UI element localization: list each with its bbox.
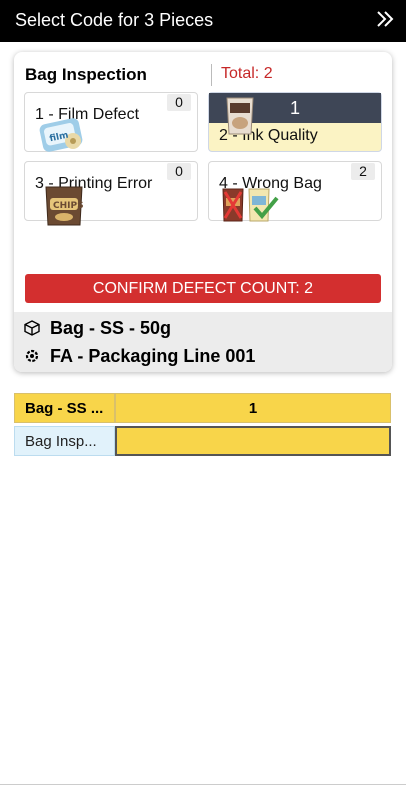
inspection-card: Bag Inspection Total: 2 1 - Film Defect … xyxy=(14,52,392,372)
grid-row-value-cell[interactable] xyxy=(115,426,391,456)
code-tile-film-defect[interactable]: 1 - Film Defect 0 film xyxy=(24,92,198,152)
code-tile-ink-quality[interactable]: 1 2 - Ink Quality xyxy=(208,92,382,152)
tile-count-badge: 0 xyxy=(167,94,191,111)
line-row: FA - Packaging Line 001 xyxy=(24,344,255,368)
tile-count-badge: 0 xyxy=(167,163,191,180)
snack-bag-icon xyxy=(226,97,254,135)
double-chevron-right-icon[interactable] xyxy=(374,8,396,30)
confirm-defect-count-button[interactable]: CONFIRM DEFECT COUNT: 2 xyxy=(25,274,381,303)
product-row: Bag - SS - 50g xyxy=(24,316,171,340)
total-count: Total: 2 xyxy=(221,65,273,82)
code-tile-printing-error[interactable]: 3 - Printing Error 0 CHIPS xyxy=(24,161,198,226)
package-icon xyxy=(24,320,40,336)
gear-target-icon xyxy=(25,349,39,363)
tile-count-badge: 2 xyxy=(351,163,375,180)
product-name: Bag - SS - 50g xyxy=(50,317,172,338)
wrong-bag-icon xyxy=(222,188,279,222)
top-bar: Select Code for 3 Pieces xyxy=(0,0,406,42)
film-roll-icon: film xyxy=(39,118,83,152)
bottom-divider xyxy=(0,784,406,785)
chips-bag-icon: CHIPS xyxy=(45,186,84,226)
title-divider xyxy=(211,64,212,86)
grid-header-count: 1 xyxy=(115,393,391,423)
grid-row-label: Bag Insp... xyxy=(14,426,115,456)
code-tile-wrong-bag[interactable]: 4 - Wrong Bag 2 xyxy=(208,161,382,222)
defect-grid: Bag - SS ... 1 Bag Insp... xyxy=(14,393,391,457)
grid-header-product: Bag - SS ... xyxy=(14,393,115,423)
line-name: FA - Packaging Line 001 xyxy=(50,345,256,366)
card-title: Bag Inspection xyxy=(25,65,147,84)
svg-text:CHIPS: CHIPS xyxy=(53,201,84,211)
page-title: Select Code for 3 Pieces xyxy=(15,10,214,30)
info-bar: Bag - SS - 50g FA - Packaging Line 001 xyxy=(14,312,392,372)
